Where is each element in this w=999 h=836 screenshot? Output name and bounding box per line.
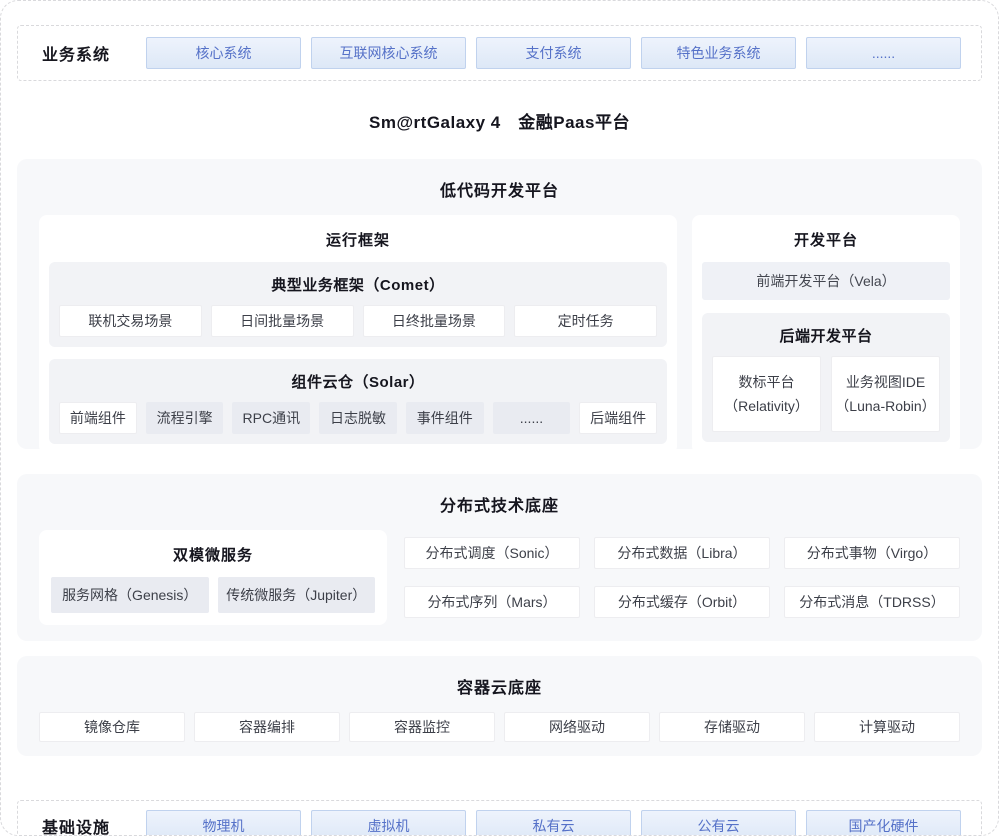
low-code-platform-body: 运行框架 典型业务框架（Comet） 联机交易场景 日间批量场景 日终批量场景 … <box>39 215 960 454</box>
distributed-service-node: 分布式序列（Mars） <box>404 586 580 618</box>
page-title: Sm@rtGalaxy 4 金融Paas平台 <box>17 81 982 159</box>
container-capability-node: 容器编排 <box>194 712 340 742</box>
component-node: 流程引擎 <box>146 402 224 434</box>
component-node: 事件组件 <box>406 402 484 434</box>
microservice-node: 服务网格（Genesis） <box>51 577 209 613</box>
frontend-dev-platform-node: 前端开发平台（Vela） <box>702 262 950 300</box>
backend-dev-platform-list: 数标平台 （Relativity） 业务视图IDE （Luna-Robin） <box>712 356 940 432</box>
container-base-title: 容器云底座 <box>39 674 960 698</box>
architecture-diagram: 业务系统 核心系统 互联网核心系统 支付系统 特色业务系统 ...... Sm@… <box>0 0 999 836</box>
backend-dev-tool-codename: （Relativity） <box>724 394 809 418</box>
distributed-service-node: 分布式事物（Virgo） <box>784 537 960 569</box>
distributed-services-grid: 分布式调度（Sonic） 分布式数据（Libra） 分布式事物（Virgo） 分… <box>404 530 960 625</box>
backend-dev-tool-node: 数标平台 （Relativity） <box>712 356 821 432</box>
container-capability-node: 存储驱动 <box>659 712 805 742</box>
typical-business-framework-list: 联机交易场景 日间批量场景 日终批量场景 定时任务 <box>59 305 657 337</box>
infrastructure-list: 物理机 虚拟机 私有云 公有云 国产化硬件 <box>146 810 961 836</box>
backend-dev-tool-name: 业务视图IDE <box>846 370 925 394</box>
container-capability-node: 镜像仓库 <box>39 712 185 742</box>
dual-mode-microservices-list: 服务网格（Genesis） 传统微服务（Jupiter） <box>51 577 375 613</box>
business-scene-node: 日终批量场景 <box>363 305 506 337</box>
container-capability-node: 容器监控 <box>349 712 495 742</box>
business-systems-label: 业务系统 <box>42 41 110 65</box>
component-cloud-box: 组件云仓（Solar） 前端组件 流程引擎 RPC通讯 日志脱敏 <box>49 359 667 444</box>
dev-platform-title: 开发平台 <box>702 229 950 250</box>
business-systems-row: 业务系统 核心系统 互联网核心系统 支付系统 特色业务系统 ...... <box>17 25 982 81</box>
infrastructure-label: 基础设施 <box>42 814 110 836</box>
low-code-platform-title: 低代码开发平台 <box>39 177 960 201</box>
backend-dev-tool-node: 业务视图IDE （Luna-Robin） <box>831 356 940 432</box>
container-base-section: 容器云底座 镜像仓库 容器编排 容器监控 网络驱动 存储驱动 计算驱动 <box>17 656 982 756</box>
dual-mode-microservices-title: 双模微服务 <box>51 544 375 565</box>
component-node: 日志脱敏 <box>319 402 397 434</box>
distributed-base-body: 双模微服务 服务网格（Genesis） 传统微服务（Jupiter） 分布式调度… <box>39 530 960 625</box>
infrastructure-row: 基础设施 物理机 虚拟机 私有云 公有云 国产化硬件 <box>17 800 982 836</box>
business-scene-node: 定时任务 <box>514 305 657 337</box>
backend-dev-platform-box: 后端开发平台 数标平台 （Relativity） 业务视图IDE （Luna-R… <box>702 313 950 442</box>
backend-dev-platform-title: 后端开发平台 <box>712 325 940 346</box>
distributed-service-node: 分布式缓存（Orbit） <box>594 586 770 618</box>
infrastructure-node: 私有云 <box>476 810 631 836</box>
infrastructure-node: 公有云 <box>641 810 796 836</box>
business-systems-list: 核心系统 互联网核心系统 支付系统 特色业务系统 ...... <box>146 37 961 69</box>
container-base-list: 镜像仓库 容器编排 容器监控 网络驱动 存储驱动 计算驱动 <box>39 712 960 742</box>
container-capability-node: 计算驱动 <box>814 712 960 742</box>
dual-mode-microservices-box: 双模微服务 服务网格（Genesis） 传统微服务（Jupiter） <box>39 530 387 625</box>
frontend-component-node: 前端组件 <box>59 402 137 434</box>
business-system-node: 支付系统 <box>476 37 631 69</box>
component-cloud-list: 前端组件 流程引擎 RPC通讯 日志脱敏 事件组件 <box>59 402 657 434</box>
business-system-node: 互联网核心系统 <box>311 37 466 69</box>
infrastructure-node: 物理机 <box>146 810 301 836</box>
distributed-service-node: 分布式调度（Sonic） <box>404 537 580 569</box>
backend-dev-tool-name: 数标平台 <box>739 370 795 394</box>
typical-business-framework-title: 典型业务框架（Comet） <box>59 274 657 295</box>
low-code-platform-section: 低代码开发平台 运行框架 典型业务框架（Comet） 联机交易场景 日间批量场景… <box>17 159 982 449</box>
business-scene-node: 联机交易场景 <box>59 305 202 337</box>
runtime-framework-title: 运行框架 <box>49 229 667 250</box>
typical-business-framework-box: 典型业务框架（Comet） 联机交易场景 日间批量场景 日终批量场景 定时任务 <box>49 262 667 347</box>
dev-platform-box: 开发平台 前端开发平台（Vela） 后端开发平台 数标平台 （Relativit… <box>692 215 960 454</box>
backend-component-node: 后端组件 <box>579 402 657 434</box>
business-system-node: 特色业务系统 <box>641 37 796 69</box>
distributed-service-node: 分布式数据（Libra） <box>594 537 770 569</box>
component-node: RPC通讯 <box>232 402 310 434</box>
backend-dev-tool-codename: （Luna-Robin） <box>835 394 935 418</box>
container-capability-node: 网络驱动 <box>504 712 650 742</box>
component-cloud-title: 组件云仓（Solar） <box>59 371 657 392</box>
business-system-node: 核心系统 <box>146 37 301 69</box>
business-scene-node: 日间批量场景 <box>211 305 354 337</box>
infrastructure-node: 虚拟机 <box>311 810 466 836</box>
infrastructure-node: 国产化硬件 <box>806 810 961 836</box>
component-node: ...... <box>493 402 571 434</box>
distributed-base-section: 分布式技术底座 双模微服务 服务网格（Genesis） 传统微服务（Jupite… <box>17 474 982 641</box>
microservice-node: 传统微服务（Jupiter） <box>218 577 376 613</box>
distributed-base-title: 分布式技术底座 <box>39 492 960 516</box>
runtime-framework-box: 运行框架 典型业务框架（Comet） 联机交易场景 日间批量场景 日终批量场景 … <box>39 215 677 454</box>
business-system-node: ...... <box>806 37 961 69</box>
distributed-service-node: 分布式消息（TDRSS） <box>784 586 960 618</box>
